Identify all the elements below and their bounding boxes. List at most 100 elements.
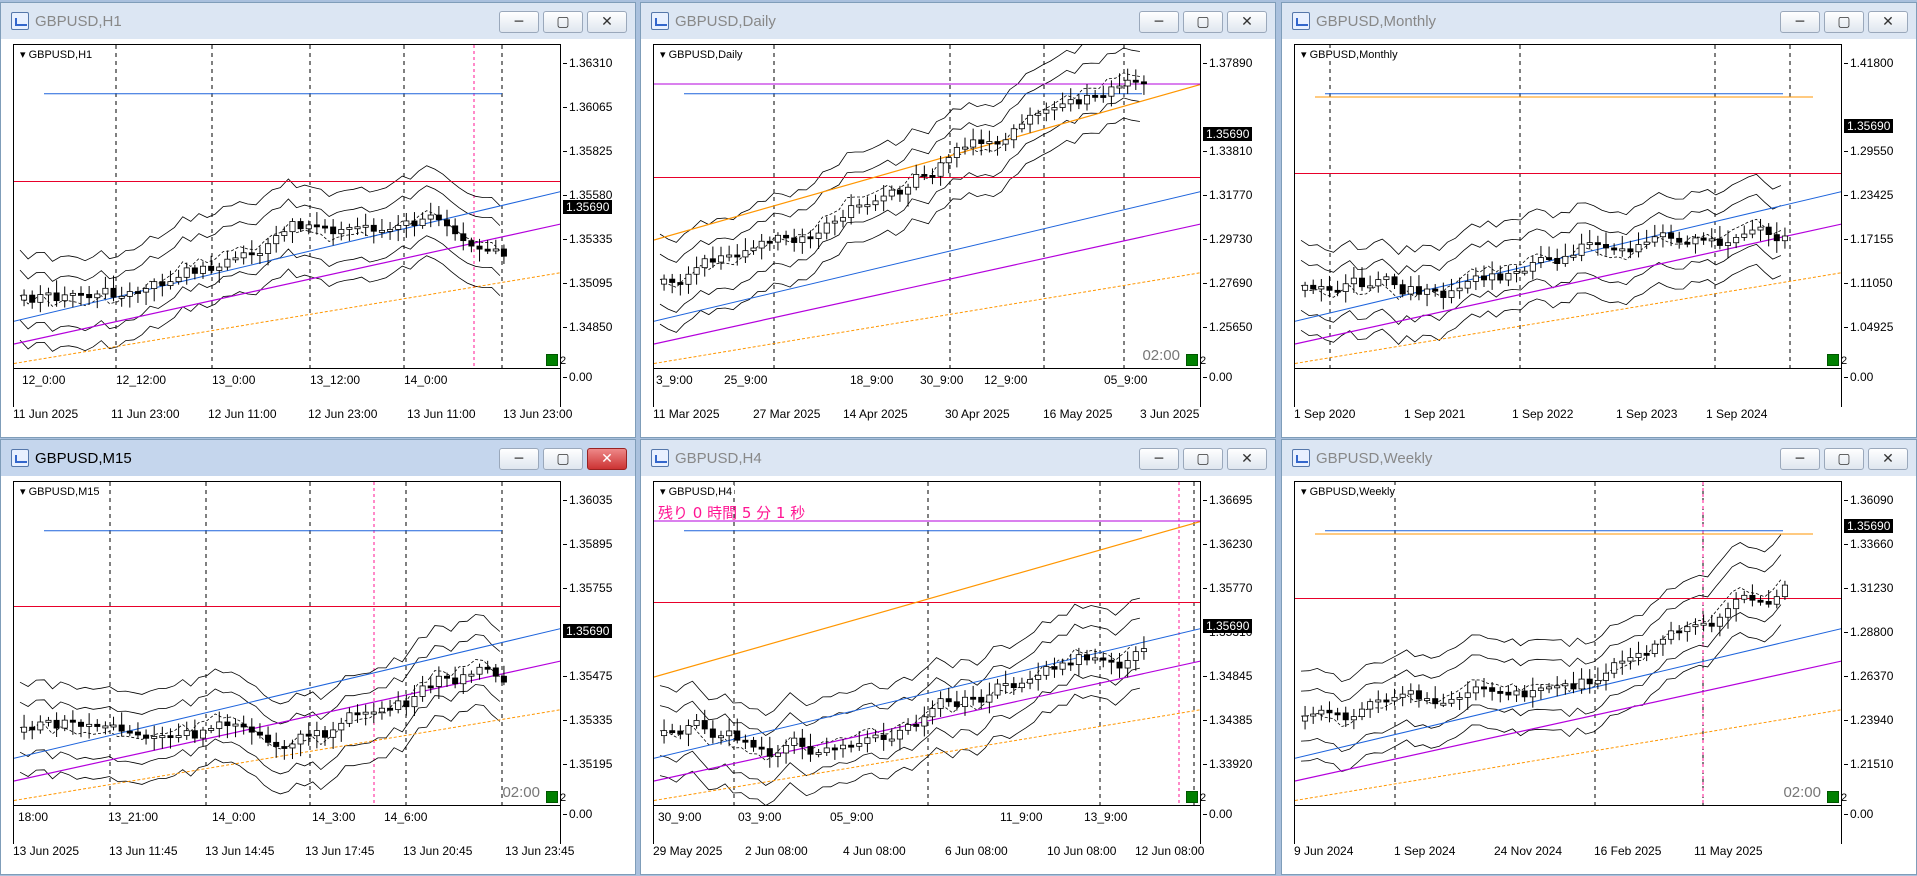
candle-body xyxy=(435,675,442,687)
candle-body xyxy=(273,741,280,747)
chart-window-m15[interactable]: GBPUSD,M15 ─ ▢ ✕ ▾ GBPUSD,M15 02:00 18:00 13_21… xyxy=(0,439,636,875)
date-tick-label: 13 Jun 11:00 xyxy=(407,407,476,421)
close-button[interactable]: ✕ xyxy=(587,11,627,33)
minimize-button[interactable]: ─ xyxy=(1780,448,1820,470)
maximize-button[interactable]: ▢ xyxy=(1824,448,1864,470)
candle-body xyxy=(693,267,700,275)
chart-plot-area[interactable]: ▾ GBPUSD,Daily 02:00 xyxy=(653,44,1201,369)
close-button[interactable]: ✕ xyxy=(1868,448,1908,470)
candle-body xyxy=(110,287,117,298)
candle-body xyxy=(143,288,150,293)
candle-body xyxy=(151,281,158,290)
close-button[interactable]: ✕ xyxy=(1227,448,1267,470)
candle-body xyxy=(1432,698,1439,705)
maximize-button[interactable]: ▢ xyxy=(543,11,583,33)
time-tick-label: 12_12:00 xyxy=(116,373,167,387)
candle-body xyxy=(1100,95,1107,98)
price-tick-label: 1.36065 xyxy=(562,100,613,114)
symbol-label: ▾ GBPUSD,M15 xyxy=(18,485,102,498)
candle-body xyxy=(734,254,741,258)
candle-body xyxy=(1027,679,1034,684)
candle-body xyxy=(370,224,377,232)
candle-body xyxy=(1035,112,1042,116)
chart-plot-area[interactable]: ▾ GBPUSD,M15 02:00 xyxy=(13,481,561,806)
maximize-button[interactable]: ▢ xyxy=(1183,448,1223,470)
chart-window-h4[interactable]: GBPUSD,H4 ─ ▢ ✕ ▾ GBPUSD,H4 残り 0 時間 5 分 1 秒 30… xyxy=(640,439,1276,875)
candle-body xyxy=(1529,262,1536,272)
candle-body xyxy=(1692,237,1699,245)
minimize-button[interactable]: ─ xyxy=(1780,11,1820,33)
chart-plot-area[interactable]: ▾ GBPUSD,Weekly 02:00 xyxy=(1294,481,1842,806)
candle-body xyxy=(29,294,36,303)
chart-plot-area[interactable]: ▾ GBPUSD,H4 残り 0 時間 5 分 1 秒 xyxy=(653,481,1201,806)
title-bar[interactable]: GBPUSD,Monthly ─ ▢ ✕ xyxy=(1282,3,1916,39)
candle-body xyxy=(1383,276,1390,280)
date-tick-label: 10 Jun 08:00 xyxy=(1047,844,1117,858)
bollinger-lower-2 xyxy=(19,255,501,352)
close-button[interactable]: ✕ xyxy=(587,448,627,470)
candle-body xyxy=(945,157,952,164)
candle-body xyxy=(1724,608,1732,618)
candle-body xyxy=(774,752,781,757)
candle-body xyxy=(864,737,871,744)
candle-body xyxy=(94,293,101,299)
candle-body xyxy=(839,744,847,750)
maximize-button[interactable]: ▢ xyxy=(543,448,583,470)
date-tick-label: 13 Jun 11:45 xyxy=(109,844,178,858)
title-bar[interactable]: GBPUSD,H4 ─ ▢ ✕ xyxy=(641,440,1275,476)
candle-body xyxy=(1651,236,1658,243)
chart-window-monthly[interactable]: GBPUSD,Monthly ─ ▢ ✕ ▾ GBPUSD,Monthly 1 Sep 2… xyxy=(1281,2,1917,438)
title-bar[interactable]: GBPUSD,Weekly ─ ▢ ✕ xyxy=(1282,440,1916,476)
candle-body xyxy=(500,675,507,683)
chart-plot-area[interactable]: ▾ GBPUSD,Monthly xyxy=(1294,44,1842,369)
time-tick-label: 3_9:00 xyxy=(656,373,693,387)
price-tick-label: 0.00 xyxy=(1843,370,1874,384)
candle-body xyxy=(823,222,830,234)
candle-body xyxy=(1668,630,1675,640)
candle-body xyxy=(1350,277,1357,285)
candle-body xyxy=(1602,672,1610,681)
candle-body xyxy=(1326,709,1333,714)
time-tick-label: 18_9:00 xyxy=(850,373,894,387)
candle-body xyxy=(1342,712,1349,721)
close-button[interactable]: ✕ xyxy=(1227,11,1267,33)
chart-window-h1[interactable]: GBPUSD,H1 ─ ▢ ✕ ▾ GBPUSD,H1 12_0:00 12_12:00 13… xyxy=(0,2,636,438)
chart-window-weekly[interactable]: GBPUSD,Weekly ─ ▢ ✕ ▾ GBPUSD,Weekly 02:00 9 Ju… xyxy=(1281,439,1917,875)
price-tick-label: 1.31230 xyxy=(1843,581,1894,595)
candle-body xyxy=(766,240,773,244)
candle-body xyxy=(1781,584,1788,598)
chart-window-daily[interactable]: GBPUSD,Daily ─ ▢ ✕ ▾ GBPUSD,Daily 02:00 3_9:00… xyxy=(640,2,1276,438)
minimize-button[interactable]: ─ xyxy=(499,11,539,33)
candle-body xyxy=(118,295,125,299)
time-tick-label: 11_9:00 xyxy=(1000,810,1043,824)
candle-body xyxy=(1358,708,1366,717)
minimize-button[interactable]: ─ xyxy=(1139,448,1179,470)
candle-body xyxy=(289,221,296,233)
window-title: GBPUSD,Weekly xyxy=(1316,449,1433,467)
minimize-button[interactable]: ─ xyxy=(499,448,539,470)
candle-body xyxy=(880,734,887,740)
candle-body xyxy=(896,729,903,740)
candle-body xyxy=(661,730,668,737)
candlestick-chart xyxy=(1295,482,1841,805)
minimize-button[interactable]: ─ xyxy=(1139,11,1179,33)
candle-body xyxy=(118,724,125,732)
time-tick-label: 30_9:00 xyxy=(920,373,964,387)
candle-body xyxy=(427,685,434,689)
close-button[interactable]: ✕ xyxy=(1868,11,1908,33)
chart-window-icon xyxy=(1292,449,1310,467)
candle-body xyxy=(815,232,822,239)
candle-body xyxy=(1108,659,1115,663)
title-bar[interactable]: GBPUSD,M15 ─ ▢ ✕ xyxy=(1,440,635,476)
title-bar[interactable]: GBPUSD,Daily ─ ▢ ✕ xyxy=(641,3,1275,39)
ascending-trendline xyxy=(1295,191,1841,322)
candle-body xyxy=(831,220,838,224)
title-bar[interactable]: GBPUSD,H1 ─ ▢ ✕ xyxy=(1,3,635,39)
maximize-button[interactable]: ▢ xyxy=(1183,11,1223,33)
chart-plot-area[interactable]: ▾ GBPUSD,H1 xyxy=(13,44,561,369)
maximize-button[interactable]: ▢ xyxy=(1824,11,1864,33)
time-axis: 3_9:00 25_9:00 18_9:00 30_9:00 12_9:00 05_9:0… xyxy=(653,369,1201,407)
candle-body xyxy=(1432,288,1439,292)
time-tick-label: 18:00 xyxy=(18,810,49,824)
candle-body xyxy=(126,730,133,734)
